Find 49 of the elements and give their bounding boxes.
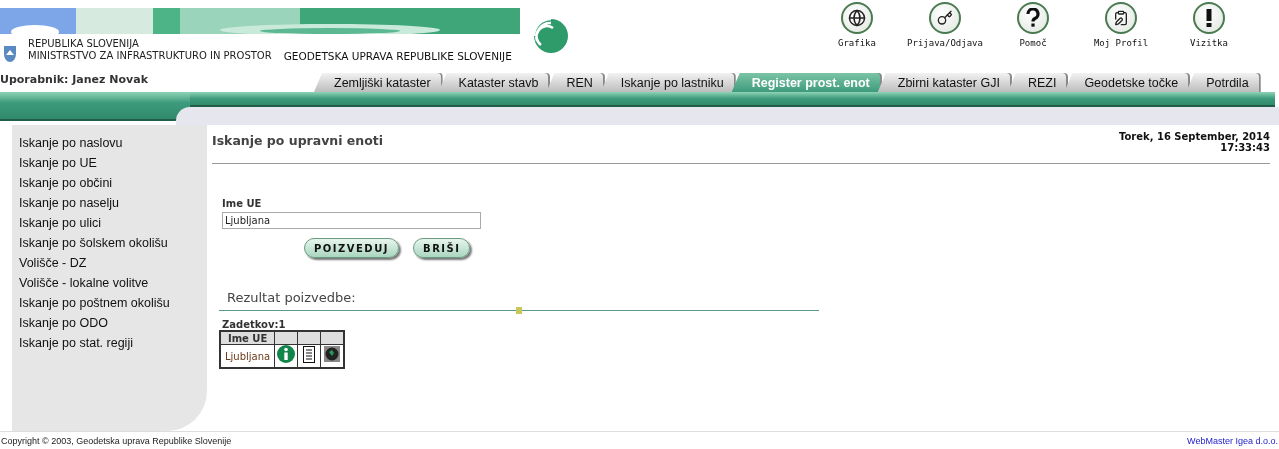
toolbar-button[interactable]: Grafika xyxy=(813,2,901,72)
sidebar-link[interactable]: Iskanje po občini xyxy=(19,173,207,193)
nav-tab[interactable]: REZI xyxy=(1007,73,1069,92)
nav-tab[interactable]: Geodetske točke xyxy=(1064,73,1191,92)
field-label: Ime UE xyxy=(222,198,263,209)
ministry-name: REPUBLIKA SLOVENIJA xyxy=(28,38,140,50)
page-title: Iskanje po upravni enoti xyxy=(212,133,384,150)
sidebar-link[interactable]: Iskanje po šolskem okolišu xyxy=(19,233,207,253)
coat-of-arms-icon xyxy=(4,46,16,62)
toolbar-button[interactable]: Moj Profil xyxy=(1077,2,1165,72)
agency-name: GEODETSKA UPRAVA REPUBLIKE SLOVENIJE xyxy=(283,50,512,62)
sidebar-link[interactable]: Iskanje po poštnem okolišu xyxy=(19,293,207,313)
nav-tab[interactable]: Kataster stavb xyxy=(438,73,551,92)
nav-tab[interactable]: REN xyxy=(546,73,605,92)
sidebar-link[interactable]: Volišče - lokalne volitve xyxy=(19,273,207,293)
copyright-text: Copyright © 2003, Geodetska uprava Republike Slovenije xyxy=(1,435,232,446)
sidebar-link[interactable]: Iskanje po naslovu xyxy=(19,133,207,153)
nav-tab[interactable]: Zemljiški kataster xyxy=(314,73,443,92)
globe-icon[interactable] xyxy=(324,346,341,362)
form-button[interactable]: BRIŠI xyxy=(413,238,471,258)
result-count: Zadetkov:1 xyxy=(222,319,287,330)
question-mark-icon xyxy=(1017,2,1049,34)
info-icon[interactable] xyxy=(277,345,296,363)
sidebar-link[interactable]: Volišče - DZ xyxy=(19,253,207,273)
ministry-name: MINISTRSTVO ZA INFRASTRUKTURO IN PROSTOR xyxy=(28,50,272,62)
toolbar-button[interactable]: Prijava/Odjava xyxy=(901,2,989,72)
results-heading: Rezultat poizvedbe: xyxy=(227,290,357,305)
nav-tab[interactable]: Zbirni kataster GJI xyxy=(877,73,1012,92)
exclamation-icon xyxy=(1193,2,1225,34)
sidebar-link[interactable]: Iskanje po ulici xyxy=(19,213,207,233)
clipboard-icon xyxy=(1105,2,1137,34)
nav-tab[interactable]: Iskanje po lastniku xyxy=(600,73,736,92)
key-icon xyxy=(929,2,961,34)
globe-icon xyxy=(841,2,873,34)
date-text: Torek, 16 September, 2014 xyxy=(1118,131,1270,142)
webmaster-link[interactable]: WebMaster Igea d.o.o. xyxy=(1187,435,1278,446)
time-text: 17:33:43 xyxy=(1220,142,1270,153)
sidebar-link[interactable]: Iskanje po ODO xyxy=(19,313,207,333)
sidebar-link[interactable]: Iskanje po UE xyxy=(19,153,207,173)
sidebar-link[interactable]: Iskanje po naselju xyxy=(19,193,207,213)
toolbar-button[interactable]: Vizitka xyxy=(1165,2,1253,72)
toolbar-button[interactable]: Pomoč xyxy=(989,2,1077,72)
nav-tab[interactable]: Potrdila xyxy=(1186,73,1261,92)
user-name: Uporabnik: Janez Novak xyxy=(0,73,149,88)
document-icon[interactable] xyxy=(303,345,316,363)
form-button[interactable]: POIZVEDUJ xyxy=(304,238,399,258)
sidebar-link[interactable]: Iskanje po stat. regiji xyxy=(19,333,207,353)
column-header: Ime UE xyxy=(220,331,275,345)
input-field[interactable]: Ljubljana xyxy=(222,212,481,229)
